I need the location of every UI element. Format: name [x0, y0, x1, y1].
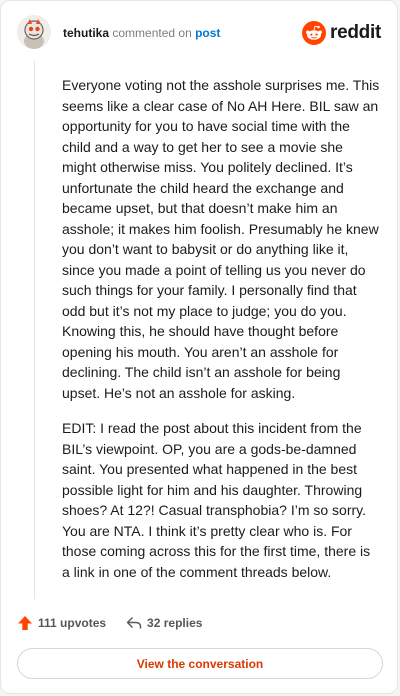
comment-paragraph-1: Everyone voting not the asshole surprise…	[62, 77, 380, 401]
brand-wordmark: reddit	[330, 22, 381, 43]
upvote-label: 111 upvotes	[38, 616, 107, 630]
view-conversation-button[interactable]: View the conversation	[17, 648, 383, 679]
reddit-logo-icon	[302, 21, 327, 45]
comment-card: tehutika commented on post reddit Everyo…	[0, 0, 398, 694]
comment-header: tehutika commented on post reddit	[17, 15, 381, 55]
upvote-count[interactable]: 111 upvotes	[17, 615, 106, 631]
comment-body: Everyone voting not the asshole surprise…	[62, 75, 380, 597]
post-link[interactable]: post	[195, 26, 220, 40]
comment-footer: 111 upvotes 32 replies	[17, 613, 222, 633]
thread-line[interactable]	[34, 61, 35, 599]
reply-arrow-icon	[126, 617, 142, 629]
reply-label: 32 replies	[147, 616, 203, 630]
comment-paragraph-2: EDIT: I read the post about this inciden…	[62, 420, 371, 580]
avatar[interactable]	[17, 15, 51, 49]
username-link[interactable]: tehutika	[63, 26, 109, 40]
avatar-icon	[17, 15, 51, 49]
upvote-arrow-icon	[18, 616, 32, 630]
reply-count[interactable]: 32 replies	[126, 616, 202, 630]
reddit-brand[interactable]: reddit	[302, 21, 381, 45]
comment-meta: tehutika commented on post	[63, 26, 220, 40]
action-text: commented on	[112, 26, 192, 40]
